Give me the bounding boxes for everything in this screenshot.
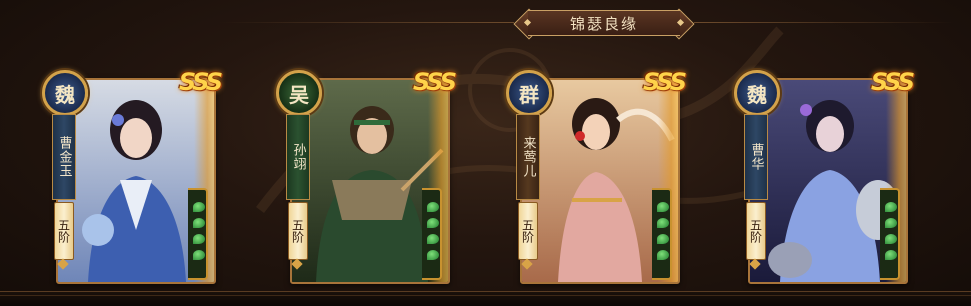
skill-rune-icon: [885, 234, 897, 244]
stage-ornament: [57, 258, 69, 270]
stage-ornament: [521, 258, 533, 270]
general-card-1[interactable]: SSS 魏 曹金玉 五阶: [42, 68, 223, 284]
skill-rune-icon: [427, 202, 439, 212]
skill-rune-icon: [193, 218, 205, 228]
skill-rune-icon: [885, 218, 897, 228]
general-name: 来莺儿: [516, 114, 540, 200]
stage-label: 五阶: [54, 202, 74, 260]
general-card-4[interactable]: SSS 魏 曹华 五阶: [734, 68, 915, 284]
stage-label: 五阶: [746, 202, 766, 260]
faction-glyph: 群: [519, 82, 539, 107]
stage-label: 五阶: [518, 202, 538, 260]
general-card-2[interactable]: SSS 吴 孙翊 五阶: [276, 68, 457, 284]
name-panel: 曹金玉 五阶: [50, 114, 76, 274]
faction-glyph: 魏: [747, 82, 767, 107]
general-name: 曹华: [744, 114, 768, 200]
title-banner: 锦瑟良缘: [513, 8, 695, 40]
skill-rune-icon: [193, 202, 205, 212]
general-card-3[interactable]: SSS 群 来莺儿 五阶: [506, 68, 687, 284]
skill-rune-icon: [193, 234, 205, 244]
skill-rune-icon: [657, 234, 669, 244]
panel-title: 锦瑟良缘: [569, 15, 638, 33]
stage-ornament: [291, 258, 303, 270]
skill-rune-icon: [657, 250, 669, 260]
name-panel: 曹华 五阶: [742, 114, 768, 274]
wei-faction-icon: 魏: [42, 70, 88, 116]
skill-rune-icon: [885, 250, 897, 260]
name-panel: 来莺儿 五阶: [514, 114, 540, 274]
rank-label: SSS: [412, 68, 457, 96]
skill-rune-icon: [193, 250, 205, 260]
skill-rune-icon: [427, 218, 439, 228]
skill-rune-icon: [657, 202, 669, 212]
wu-faction-icon: 吴: [276, 70, 322, 116]
faction-glyph: 魏: [55, 82, 75, 107]
faction-glyph: 吴: [289, 82, 309, 107]
skill-rune-icon: [427, 250, 439, 260]
title-divider-right: [694, 22, 954, 23]
bottom-border: [0, 291, 971, 306]
general-name: 孙翊: [286, 114, 310, 200]
skill-rune-icon: [657, 218, 669, 228]
stage-label: 五阶: [288, 202, 308, 260]
title-divider-left: [220, 22, 514, 23]
name-panel: 孙翊 五阶: [284, 114, 310, 274]
rank-label: SSS: [178, 68, 223, 96]
skill-rune-icon: [427, 234, 439, 244]
rank-label: SSS: [870, 68, 915, 96]
wei-faction-icon: 魏: [734, 70, 780, 116]
rank-label: SSS: [642, 68, 687, 96]
qun-faction-icon: 群: [506, 70, 552, 116]
skill-rune-icon: [885, 202, 897, 212]
general-name: 曹金玉: [52, 114, 76, 200]
stage-ornament: [749, 258, 761, 270]
